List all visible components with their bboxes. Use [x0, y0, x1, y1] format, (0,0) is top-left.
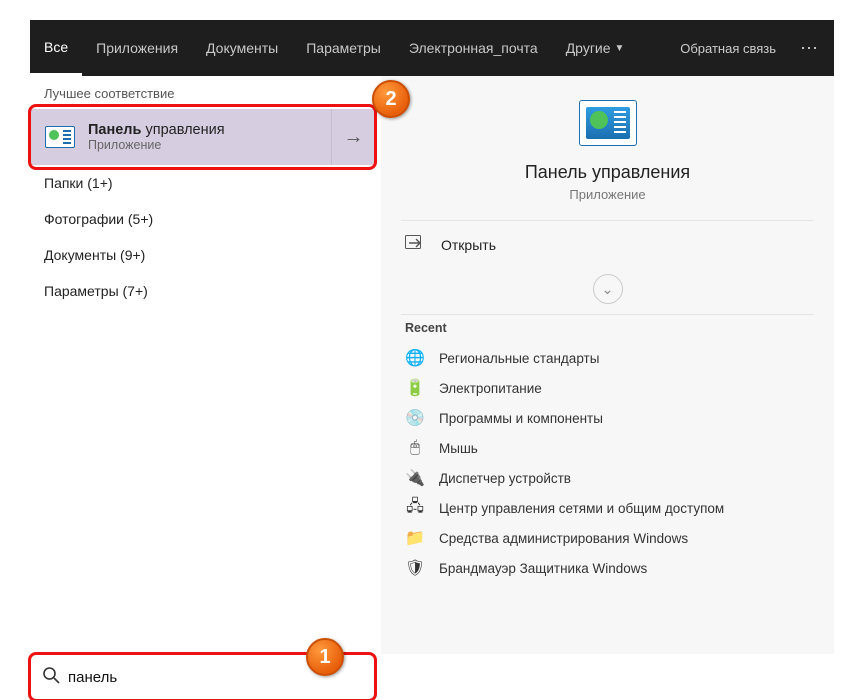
category-photos[interactable]: Фотографии (5+) [30, 201, 375, 237]
preview-subtitle: Приложение [569, 187, 645, 202]
network-icon: 🖧 [405, 499, 425, 517]
category-label: Параметры (7+) [44, 283, 148, 299]
recent-label: Региональные стандарты [439, 351, 599, 366]
preview-panel: Панель управления Приложение Открыть ⌄ R… [381, 76, 834, 654]
recent-item[interactable]: 💿 Программы и компоненты [381, 403, 834, 433]
expand-chevron-button[interactable]: ⌄ [593, 274, 623, 304]
open-icon [405, 235, 427, 254]
mouse-icon: 🖱 [405, 439, 425, 457]
tab-all[interactable]: Все [30, 20, 82, 76]
open-label: Открыть [441, 237, 496, 253]
shield-icon: 🛡 [405, 559, 425, 577]
result-subtitle: Приложение [88, 138, 225, 152]
recent-list: 🌐Региональные стандарты 🔋Электропитание … [381, 343, 834, 583]
recent-label: Брандмауэр Защитника Windows [439, 561, 647, 576]
window-search-frame: Все Приложения Документы Параметры Элект… [0, 0, 844, 700]
overflow-menu-button[interactable]: ⋯ [786, 38, 834, 59]
control-panel-large-icon [579, 100, 637, 146]
preview-title: Панель управления [525, 162, 690, 183]
tab-email[interactable]: Электронная_почта [395, 20, 552, 76]
filter-tabs-bar: Все Приложения Документы Параметры Элект… [30, 20, 834, 76]
category-folders[interactable]: Папки (1+) [30, 165, 375, 201]
result-text: Панель управления Приложение [88, 122, 225, 152]
recent-item[interactable]: 🛡 Брандмауэр Защитника Windows [381, 553, 834, 583]
recent-item[interactable]: 🖧 Центр управления сетями и общим доступо… [381, 493, 834, 523]
tab-more[interactable]: Другие ▼ [552, 20, 639, 76]
folder-icon: 📁 [405, 529, 425, 547]
search-icon [42, 666, 60, 689]
result-title-match: Панель [88, 122, 141, 138]
recent-label: Электропитание [439, 381, 542, 396]
preview-header: Панель управления Приложение [381, 76, 834, 220]
recent-label: Центр управления сетями и общим доступом [439, 501, 724, 516]
result-title-rest: управления [141, 122, 224, 138]
feedback-label: Обратная связь [680, 41, 776, 56]
tab-label: Другие [566, 40, 611, 56]
recent-item[interactable]: 🖱 Мышь [381, 433, 834, 463]
category-documents[interactable]: Документы (9+) [30, 237, 375, 273]
recent-label: Программы и компоненты [439, 411, 603, 426]
tab-documents[interactable]: Документы [192, 20, 292, 76]
disc-icon: 💿 [405, 409, 425, 427]
recent-item[interactable]: 📁 Средства администрирования Windows [381, 523, 834, 553]
category-settings[interactable]: Параметры (7+) [30, 273, 375, 309]
tab-settings[interactable]: Параметры [292, 20, 395, 76]
tab-label: Документы [206, 40, 278, 56]
tab-label: Параметры [306, 40, 381, 56]
expand-arrow-icon[interactable]: → [331, 109, 375, 165]
power-icon: 🔋 [405, 379, 425, 397]
tab-label: Все [44, 39, 68, 55]
recent-header: Recent [381, 315, 834, 343]
best-match-header: Лучшее соответствие [30, 76, 375, 109]
feedback-link[interactable]: Обратная связь [670, 41, 786, 56]
category-label: Фотографии (5+) [44, 211, 153, 227]
chevron-down-icon: ▼ [615, 43, 625, 54]
open-action[interactable]: Открыть [381, 221, 834, 268]
globe-icon: 🌐 [405, 349, 425, 367]
recent-item[interactable]: 🔋 Электропитание [381, 373, 834, 403]
tab-label: Электронная_почта [409, 40, 538, 56]
recent-item[interactable]: 🌐 Региональные стандарты [381, 343, 834, 373]
category-label: Документы (9+) [44, 247, 145, 263]
recent-label: Диспетчер устройств [439, 471, 571, 486]
recent-label: Средства администрирования Windows [439, 531, 688, 546]
result-title: Панель управления [88, 122, 225, 138]
recent-label: Мышь [439, 441, 478, 456]
control-panel-icon [44, 121, 76, 153]
search-input[interactable] [68, 669, 363, 686]
recent-item[interactable]: 🔌 Диспетчер устройств [381, 463, 834, 493]
tab-label: Приложения [96, 40, 178, 56]
device-manager-icon: 🔌 [405, 469, 425, 487]
best-match-result[interactable]: Панель управления Приложение → [30, 109, 375, 165]
search-box[interactable] [30, 654, 375, 700]
results-panel: Лучшее соответствие Панель управления Пр… [30, 76, 375, 654]
tab-apps[interactable]: Приложения [82, 20, 192, 76]
category-label: Папки (1+) [44, 175, 113, 191]
